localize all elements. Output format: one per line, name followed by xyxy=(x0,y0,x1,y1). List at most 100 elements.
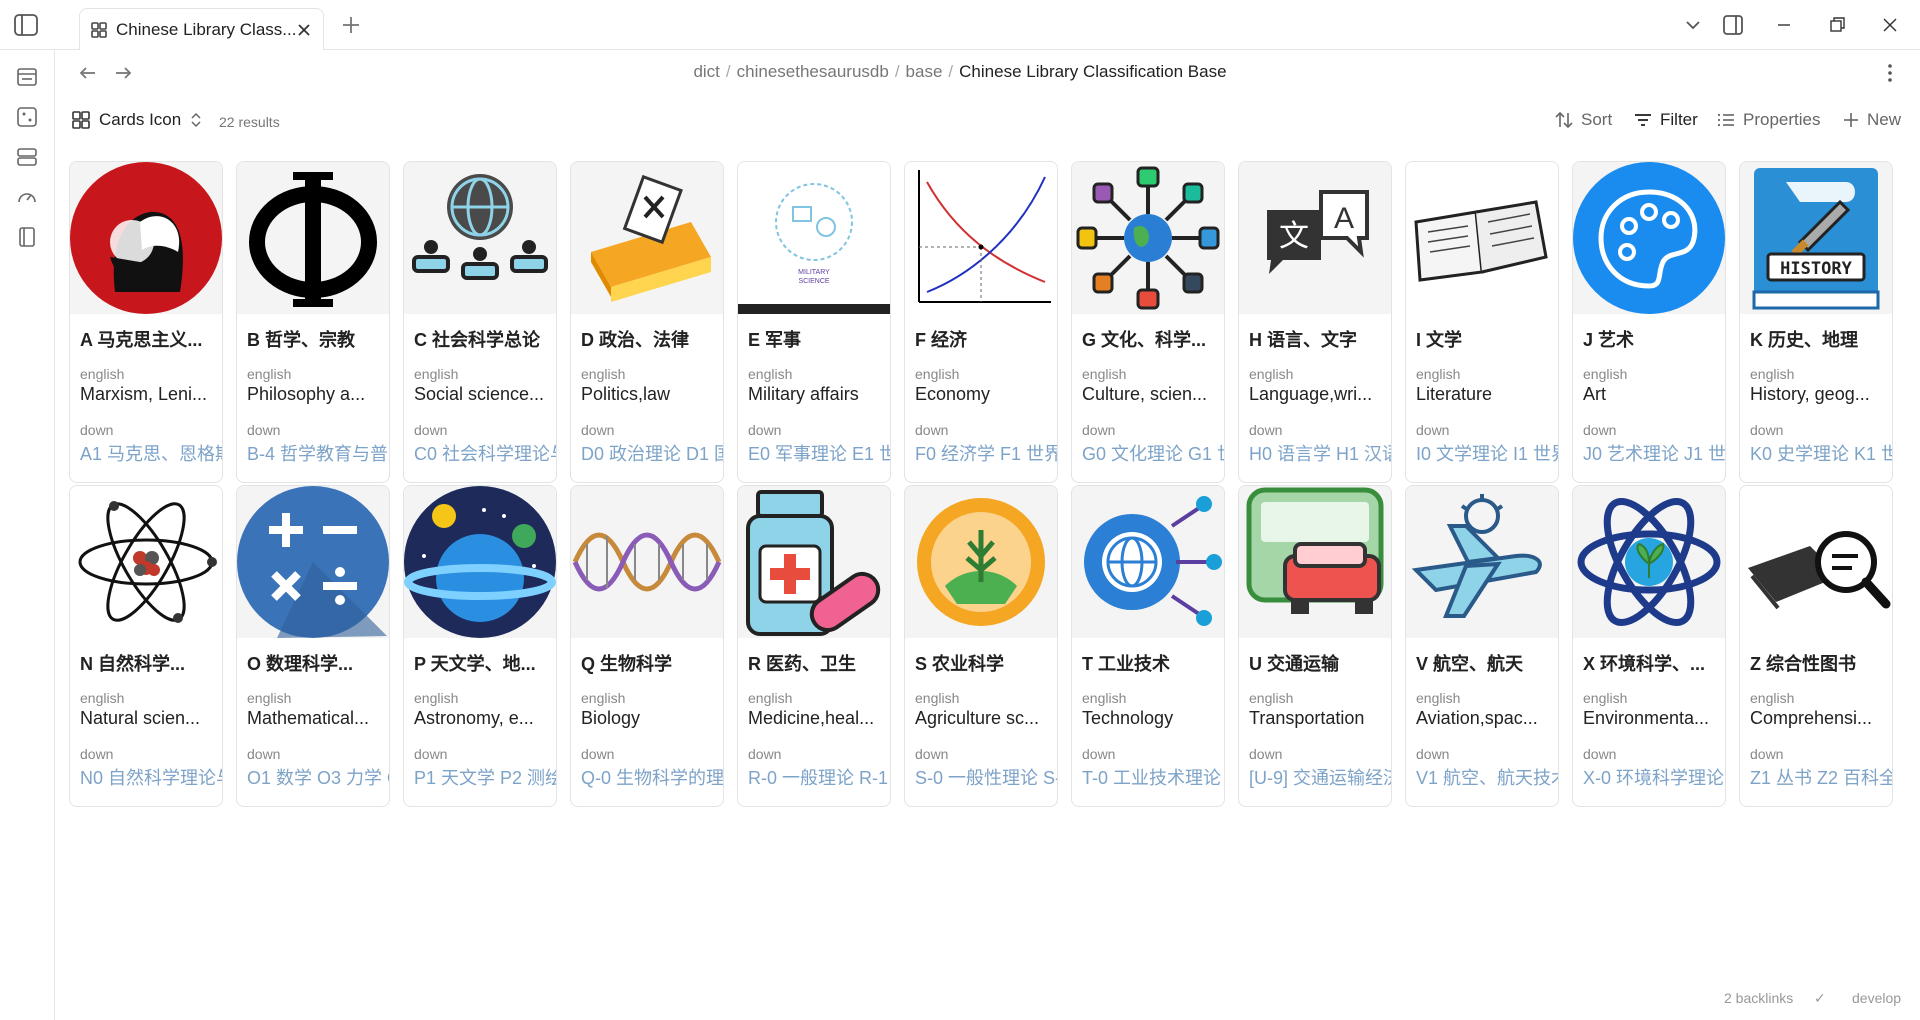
backlinks-status[interactable]: 2 backlinks xyxy=(1724,990,1793,1006)
card-down-value[interactable]: Z1 丛书 Z2 百科全 xyxy=(1750,764,1892,790)
agriculture-icon xyxy=(917,498,1045,626)
card-down-value[interactable]: N0 自然科学理论与 xyxy=(80,764,222,790)
card-down-value[interactable]: [U-9] 交通运输经济 xyxy=(1249,764,1391,790)
gauge-icon[interactable] xyxy=(15,185,39,209)
title-bar: Chinese Library Class... xyxy=(0,0,1920,50)
card[interactable]: Q 生物科学 english Biology down Q-0 生物科学的理 xyxy=(570,485,724,807)
card-down-value[interactable]: E0 军事理论 E1 世 xyxy=(748,440,890,466)
minimize-icon[interactable] xyxy=(1772,13,1796,37)
breadcrumb-dict[interactable]: dict xyxy=(693,62,719,81)
card-down-value[interactable]: D0 政治理论 D1 国 xyxy=(581,440,723,466)
card-title[interactable]: J 艺术 xyxy=(1583,326,1721,352)
plus-icon[interactable] xyxy=(340,14,362,36)
layout-icon[interactable] xyxy=(1721,13,1745,37)
card-title[interactable]: E 军事 xyxy=(748,326,886,352)
card[interactable]: V 航空、航天 english Aviation,spac... down V1 航空、… xyxy=(1405,485,1559,807)
card-title[interactable]: X 环境科学、... xyxy=(1583,650,1721,676)
card[interactable]: D 政治、法律 english Politics,law down D0 政治理论 D1… xyxy=(570,161,724,483)
tab-chinese-library[interactable]: Chinese Library Class... xyxy=(79,8,324,50)
card-title[interactable]: R 医药、卫生 xyxy=(748,650,886,676)
card-title[interactable]: S 农业科学 xyxy=(915,650,1053,676)
card-down-value[interactable]: A1 马克思、恩格斯 xyxy=(80,440,222,466)
card-title[interactable]: H 语言、文字 xyxy=(1249,326,1387,352)
card[interactable]: U 交通运输 english Transportation down [U-9] 交通运… xyxy=(1238,485,1392,807)
dice-icon[interactable] xyxy=(15,105,39,129)
page-title[interactable]: Chinese Library Classification Base xyxy=(959,62,1226,81)
card[interactable]: Z 综合性图书 english Comprehensi... down Z1 丛书 Z2… xyxy=(1739,485,1893,807)
restore-icon[interactable] xyxy=(1825,13,1849,37)
card-title[interactable]: F 经济 xyxy=(915,326,1053,352)
card[interactable]: R 医药、卫生 english Medicine,heal... down R-0 一般… xyxy=(737,485,891,807)
card[interactable]: X 环境科学、... english Environmenta... down X-0 … xyxy=(1572,485,1726,807)
close-icon[interactable] xyxy=(295,21,313,39)
card-title[interactable]: V 航空、航天 xyxy=(1416,650,1554,676)
card-down-value[interactable]: T-0 工业技术理论 xyxy=(1082,764,1224,790)
card-down-value[interactable]: K0 史学理论 K1 世 xyxy=(1750,440,1892,466)
card[interactable]: HISTORY K 历史、地理 english History, geog... dow… xyxy=(1739,161,1893,483)
card-title[interactable]: T 工业技术 xyxy=(1082,650,1220,676)
card[interactable]: C 社会科学总论 english Social science... down C0 社… xyxy=(403,161,557,483)
card-down-value[interactable]: O1 数学 O3 力学 O xyxy=(247,764,389,790)
book-icon[interactable] xyxy=(15,225,39,249)
card-down-value[interactable]: R-0 一般理论 R-1 xyxy=(748,764,890,790)
sort-button[interactable]: Sort xyxy=(1554,110,1612,130)
card[interactable]: G 文化、科学... english Culture, scien... down G0… xyxy=(1071,161,1225,483)
card-title[interactable]: Z 综合性图书 xyxy=(1750,650,1888,676)
card-down-value[interactable]: P1 天文学 P2 测绘 xyxy=(414,764,556,790)
sidebar-toggle-icon[interactable] xyxy=(14,14,38,36)
card[interactable]: MILITARY SCIENCE E 军事 english Military affai… xyxy=(737,161,891,483)
card[interactable]: P 天文学、地... english Astronomy, e... down P1 天… xyxy=(403,485,557,807)
card-down-value[interactable]: J0 艺术理论 J1 世界 xyxy=(1583,440,1725,466)
card-down-value[interactable]: I0 文学理论 I1 世界 xyxy=(1416,440,1558,466)
card[interactable]: 文A H 语言、文字 english Language,wri... down H0 语言… xyxy=(1238,161,1392,483)
card-title[interactable]: I 文学 xyxy=(1416,326,1554,352)
card[interactable]: I 文学 english Literature down I0 文学理论 I1 世界 xyxy=(1405,161,1559,483)
card-down-value[interactable]: Q-0 生物科学的理 xyxy=(581,764,723,790)
card-title[interactable]: Q 生物科学 xyxy=(581,650,719,676)
database-icon[interactable] xyxy=(15,145,39,169)
card-down-value[interactable]: S-0 一般性理论 S- xyxy=(915,764,1057,790)
card-english-label: english xyxy=(1249,366,1294,382)
card-down-value[interactable]: X-0 环境科学理论 xyxy=(1583,764,1725,790)
card-title[interactable]: K 历史、地理 xyxy=(1750,326,1888,352)
card-title[interactable]: N 自然科学... xyxy=(80,650,218,676)
new-button[interactable]: New xyxy=(1842,110,1901,130)
card-title[interactable]: D 政治、法律 xyxy=(581,326,719,352)
breadcrumb-base[interactable]: base xyxy=(906,62,943,81)
card-down-value[interactable]: G0 文化理论 G1 世 xyxy=(1082,440,1224,466)
card[interactable]: T 工业技术 english Technology down T-0 工业技术理论 xyxy=(1071,485,1225,807)
view-selector[interactable]: Cards Icon xyxy=(71,110,203,130)
card-title[interactable]: C 社会科学总论 xyxy=(414,326,552,352)
card[interactable]: J 艺术 english Art down J0 艺术理论 J1 世界 xyxy=(1572,161,1726,483)
card-title[interactable]: P 天文学、地... xyxy=(414,650,552,676)
window-close-icon[interactable] xyxy=(1878,13,1902,37)
card-title[interactable]: A 马克思主义... xyxy=(80,326,218,352)
card-title[interactable]: O 数理科学... xyxy=(247,650,385,676)
card-down-label: down xyxy=(1249,422,1283,438)
card-english-label: english xyxy=(1583,366,1628,382)
card-title[interactable]: G 文化、科学... xyxy=(1082,326,1220,352)
card-title[interactable]: U 交通运输 xyxy=(1249,650,1387,676)
more-options-icon[interactable] xyxy=(1880,62,1900,84)
card[interactable]: A 马克思主义... english Marxism, Leni... down A1 … xyxy=(69,161,223,483)
properties-button[interactable]: Properties xyxy=(1716,110,1820,130)
card-down-value[interactable]: C0 社会科学理论与 xyxy=(414,440,556,466)
marx-lenin-portrait-icon xyxy=(70,162,222,314)
filter-button[interactable]: Filter xyxy=(1633,110,1698,130)
card-down-value[interactable]: V1 航空、航天技术 xyxy=(1416,764,1558,790)
card-english-value: Culture, scien... xyxy=(1082,384,1208,404)
card-english-value: Agriculture sc... xyxy=(915,708,1040,728)
card-down-value[interactable]: B-4 哲学教育与普及 xyxy=(247,440,389,466)
card-title[interactable]: B 哲学、宗教 xyxy=(247,326,385,352)
branch-status[interactable]: develop xyxy=(1852,990,1901,1006)
card[interactable]: O 数理科学... english Mathematical... down O1 数学… xyxy=(236,485,390,807)
card[interactable]: N 自然科学... english Natural scien... down N0 自… xyxy=(69,485,223,807)
chevron-down-icon[interactable] xyxy=(1681,13,1705,37)
card[interactable]: B 哲学、宗教 english Philosophy a... down B-4 哲学教… xyxy=(236,161,390,483)
card[interactable]: F 经济 english Economy down F0 经济学 F1 世界 xyxy=(904,161,1058,483)
airplane-icon xyxy=(1411,494,1542,618)
card-down-value[interactable]: F0 经济学 F1 世界 xyxy=(915,440,1057,466)
card[interactable]: S 农业科学 english Agriculture sc... down S-0 一般… xyxy=(904,485,1058,807)
card-down-value[interactable]: H0 语言学 H1 汉语 xyxy=(1249,440,1391,466)
breadcrumb-chinesethesaurusdb[interactable]: chinesethesaurusdb xyxy=(737,62,889,81)
